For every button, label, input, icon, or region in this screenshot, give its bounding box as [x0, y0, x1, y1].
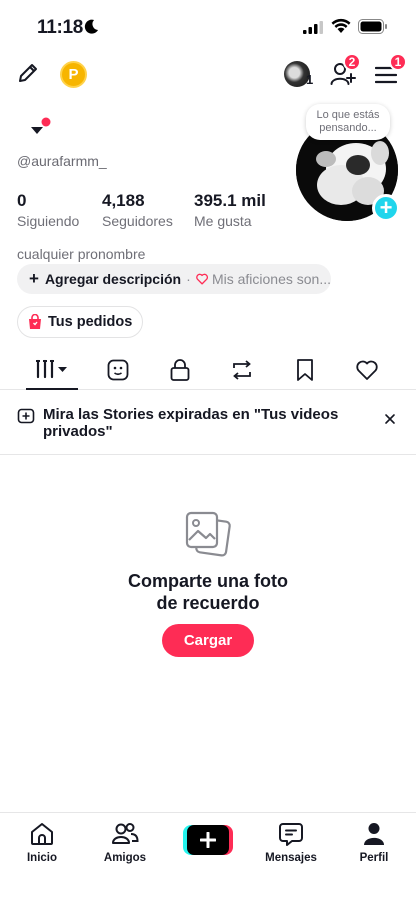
pronoun-text: cualquier pronombre: [17, 246, 146, 262]
nav-friends-label: Amigos: [103, 852, 147, 864]
likes-label: Me gusta: [194, 213, 252, 229]
plus-icon: +: [29, 269, 39, 288]
nav-messages-label: Mensajes: [265, 852, 317, 864]
orders-label: Tus pedidos: [48, 314, 133, 330]
plus-icon: [187, 825, 229, 855]
add-friend-badge: 2: [343, 53, 361, 71]
empty-state-title-line2: de recuerdo: [156, 593, 260, 613]
tab-videos-grid-icon[interactable]: [35, 358, 71, 380]
nav-home[interactable]: Inicio: [7, 821, 77, 864]
status-note-bubble[interactable]: Lo que estás pensando...: [306, 104, 390, 140]
photos-icon: [185, 511, 231, 557]
active-tab-indicator: [26, 388, 78, 390]
home-icon: [31, 823, 53, 845]
tab-private-lock-icon[interactable]: [169, 358, 191, 382]
create-video-button[interactable]: [183, 825, 233, 855]
empty-state-title-line1: Comparte una foto: [128, 571, 288, 591]
separator-dot: ·: [186, 271, 191, 287]
empty-state-title: Comparte una foto de recuerdo: [0, 570, 416, 614]
wifi-icon: [331, 18, 351, 33]
battery-icon: [358, 19, 387, 34]
status-time: 11:18: [37, 17, 84, 38]
tab-favorites-bookmark-icon[interactable]: [295, 358, 315, 382]
bottom-navigation: Inicio Amigos Mensajes Perfil: [0, 812, 416, 901]
likes-count: 395.1 mil: [194, 191, 266, 210]
tab-stickers-icon[interactable]: [106, 358, 130, 382]
cellular-signal-icon: [303, 21, 323, 34]
nav-profile-label: Perfil: [359, 852, 389, 864]
username: @aurafarmm_: [17, 153, 107, 169]
add-story-icon: [17, 408, 35, 424]
following-label: Siguiendo: [17, 213, 80, 229]
nav-home-label: Inicio: [26, 852, 58, 864]
menu-badge: 1: [389, 53, 407, 71]
nav-profile[interactable]: Perfil: [339, 821, 409, 864]
tab-liked-heart-icon[interactable]: [355, 358, 379, 382]
followers-label: Seguidores: [102, 213, 173, 229]
stat-likes[interactable]: 395.1 mil Me gusta: [194, 191, 266, 229]
following-count: 0: [17, 191, 27, 210]
messages-icon: [279, 823, 303, 846]
avatar-add-button[interactable]: +: [372, 194, 400, 222]
profile-logo-icon: [31, 117, 51, 134]
close-icon[interactable]: [383, 412, 397, 426]
hobbies-placeholder: Mis aficiones son...: [211, 271, 331, 287]
profile-icon: [364, 823, 384, 845]
followers-count: 4,188: [102, 191, 145, 210]
nav-friends[interactable]: Amigos: [90, 821, 160, 864]
stories-banner-text: Mira las Stories expiradas en "Tus video…: [43, 406, 339, 440]
friend-avatar-count: 1: [306, 72, 314, 87]
edit-pencil-icon[interactable]: [16, 61, 40, 85]
stories-banner[interactable]: Mira las Stories expiradas en "Tus video…: [0, 391, 416, 455]
add-description-label: Agregar descripción: [44, 271, 182, 287]
stat-following[interactable]: 0 Siguiendo: [17, 191, 79, 229]
add-description-pill[interactable]: + Agregar descripción · Mis aficiones so…: [17, 264, 331, 294]
upload-button[interactable]: Cargar: [162, 624, 254, 657]
moon-icon: [84, 19, 98, 34]
coins-icon[interactable]: P: [60, 61, 87, 88]
orders-button[interactable]: Tus pedidos: [17, 306, 144, 338]
stat-followers[interactable]: 4,188 Seguidores: [102, 191, 173, 229]
status-bar: 11:18: [0, 0, 416, 52]
tab-reposts-icon[interactable]: [230, 358, 254, 382]
nav-messages[interactable]: Mensajes: [256, 821, 326, 864]
profile-tabs: [0, 352, 416, 390]
shopping-bag-icon: [29, 314, 41, 329]
friends-icon: [112, 823, 139, 844]
heart-icon: [195, 273, 208, 285]
